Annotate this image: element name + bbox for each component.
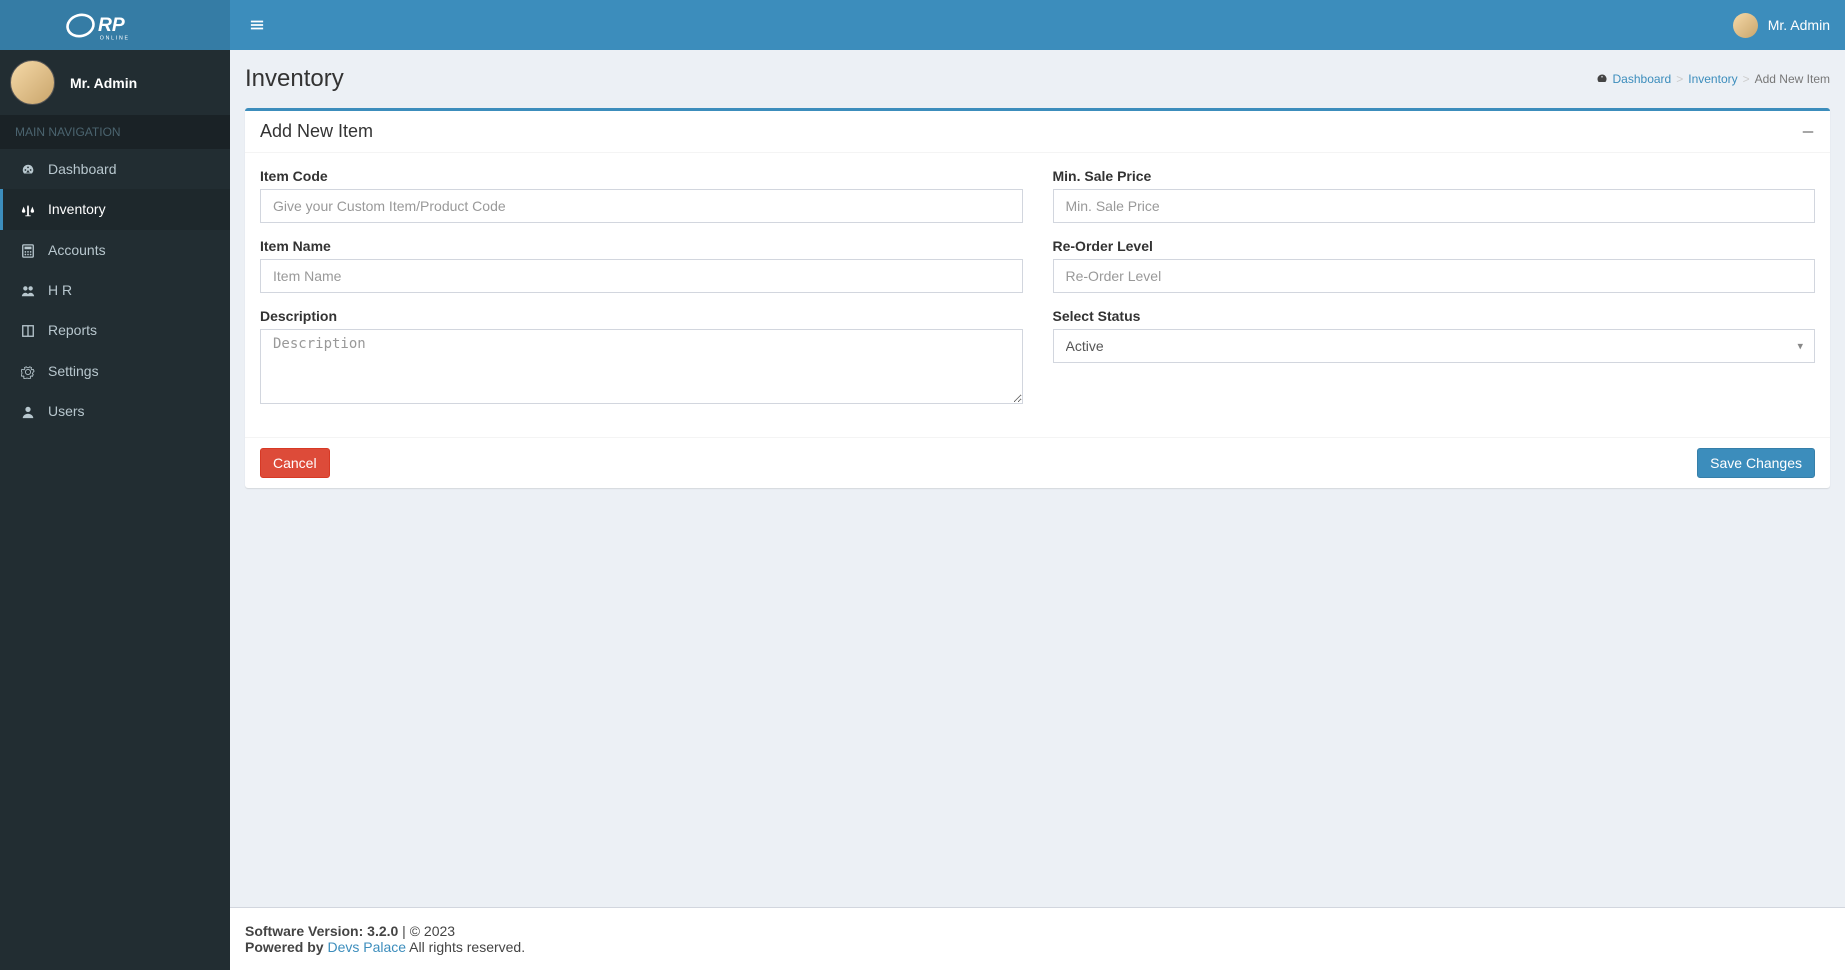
item-code-label: Item Code	[260, 168, 1023, 184]
users-icon	[18, 282, 38, 298]
calculator-icon	[18, 242, 38, 258]
sidebar-item-label: Settings	[48, 363, 99, 379]
breadcrumb-separator: >	[1676, 72, 1683, 86]
breadcrumb-separator: >	[1743, 72, 1750, 86]
page-title: Inventory	[245, 65, 344, 93]
avatar	[1733, 13, 1758, 38]
footer-company-link[interactable]: Devs Palace	[327, 939, 406, 955]
content-header: Inventory Dashboard > Inventory > Add Ne…	[230, 50, 1845, 108]
description-label: Description	[260, 308, 1023, 324]
footer-rights: All rights reserved.	[406, 939, 525, 955]
sidebar-item-label: Reports	[48, 322, 97, 338]
page-footer: Software Version: 3.2.0 | © 2023 Powered…	[230, 907, 1845, 970]
reorder-level-label: Re-Order Level	[1053, 238, 1816, 254]
sidebar-item-label: H R	[48, 282, 72, 298]
footer-copyright: | © 2023	[398, 923, 455, 939]
gear-icon	[18, 362, 38, 378]
app-logo[interactable]: RP ONLINE	[0, 0, 230, 50]
erp-logo-icon: RP ONLINE	[63, 8, 168, 43]
sidebar-item-label: Users	[48, 403, 85, 419]
breadcrumb: Dashboard > Inventory > Add New Item	[1596, 72, 1830, 86]
min-sale-price-label: Min. Sale Price	[1053, 168, 1816, 184]
sidebar-item-hr[interactable]: H R	[0, 270, 230, 310]
dashboard-icon	[1596, 73, 1608, 85]
sidebar-user-panel: Mr. Admin	[0, 50, 230, 115]
status-select[interactable]: Active	[1053, 329, 1816, 363]
breadcrumb-current: Add New Item	[1755, 72, 1830, 86]
svg-text:RP: RP	[98, 14, 125, 35]
item-code-input[interactable]	[260, 189, 1023, 223]
reorder-level-input[interactable]	[1053, 259, 1816, 293]
description-input[interactable]	[260, 329, 1023, 404]
book-icon	[18, 322, 38, 338]
sidebar-item-reports[interactable]: Reports	[0, 310, 230, 350]
cancel-button[interactable]: Cancel	[260, 448, 330, 478]
sidebar-user-name: Mr. Admin	[70, 75, 137, 91]
sidebar-section-header: MAIN NAVIGATION	[0, 115, 230, 149]
sidebar-item-settings[interactable]: Settings	[0, 350, 230, 390]
sidebar-toggle-button[interactable]	[245, 11, 269, 39]
item-name-input[interactable]	[260, 259, 1023, 293]
hamburger-icon	[250, 18, 264, 32]
breadcrumb-inventory[interactable]: Inventory	[1688, 72, 1737, 86]
svg-text:ONLINE: ONLINE	[99, 35, 129, 41]
box-collapse-button[interactable]	[1801, 124, 1815, 139]
item-name-label: Item Name	[260, 238, 1023, 254]
topbar-user-menu[interactable]: Mr. Admin	[1733, 13, 1830, 38]
sidebar: RP ONLINE Mr. Admin MAIN NAVIGATION Dash…	[0, 0, 230, 970]
user-icon	[18, 403, 38, 419]
min-sale-price-input[interactable]	[1053, 189, 1816, 223]
avatar	[10, 60, 55, 105]
topbar: Mr. Admin	[230, 0, 1845, 50]
footer-version: 3.2.0	[367, 923, 398, 939]
sidebar-item-accounts[interactable]: Accounts	[0, 230, 230, 270]
box-title: Add New Item	[260, 121, 373, 142]
save-button[interactable]: Save Changes	[1697, 448, 1815, 478]
breadcrumb-dashboard[interactable]: Dashboard	[1613, 72, 1672, 86]
sidebar-item-label: Accounts	[48, 242, 106, 258]
dashboard-icon	[18, 161, 38, 177]
sidebar-item-users[interactable]: Users	[0, 391, 230, 431]
footer-version-label: Software Version:	[245, 923, 367, 939]
sidebar-item-inventory[interactable]: Inventory	[0, 189, 230, 229]
footer-powered-by: Powered by	[245, 939, 327, 955]
topbar-user-name: Mr. Admin	[1768, 17, 1830, 33]
form-box: Add New Item Item Code Item Name	[245, 108, 1830, 488]
balance-icon	[18, 201, 38, 217]
sidebar-item-dashboard[interactable]: Dashboard	[0, 149, 230, 189]
form-body: Item Code Item Name Description	[245, 153, 1830, 437]
status-label: Select Status	[1053, 308, 1816, 324]
box-header: Add New Item	[245, 111, 1830, 153]
sidebar-menu: Dashboard Inventory Accounts H R	[0, 149, 230, 431]
sidebar-item-label: Inventory	[48, 201, 106, 217]
sidebar-item-label: Dashboard	[48, 161, 117, 177]
form-footer: Cancel Save Changes	[245, 437, 1830, 488]
minus-icon	[1801, 125, 1815, 139]
